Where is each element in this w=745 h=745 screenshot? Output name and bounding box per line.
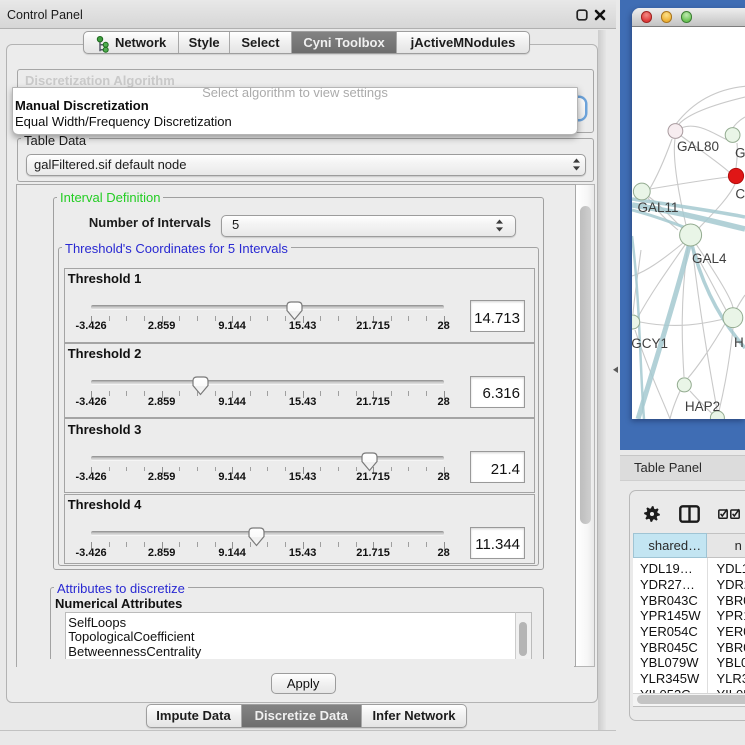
svg-text:GAL4: GAL4 — [692, 251, 727, 266]
svg-text:H: H — [734, 335, 744, 350]
svg-text:CO: CO — [735, 187, 745, 202]
svg-text:GAL80: GAL80 — [677, 139, 719, 154]
svg-text:HAP2: HAP2 — [685, 399, 720, 414]
svg-text:GCY1: GCY1 — [632, 336, 668, 351]
svg-text:GA: GA — [735, 146, 745, 161]
svg-text:GAL11: GAL11 — [638, 200, 679, 215]
